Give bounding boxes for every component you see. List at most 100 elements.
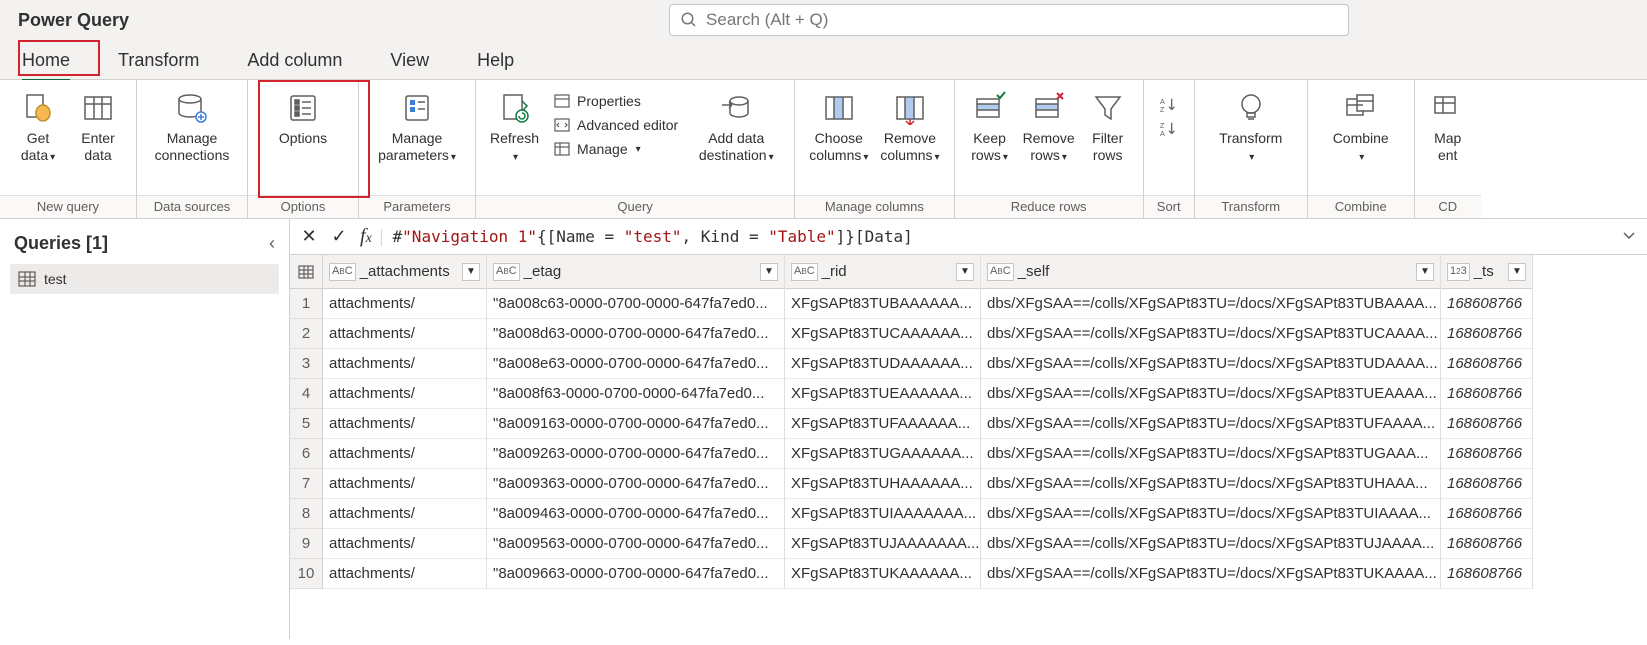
cell[interactable]: "8a009463-0000-0700-0000-647fa7ed0...: [487, 499, 784, 529]
enter-data-button[interactable]: Enter data: [68, 86, 128, 168]
cell[interactable]: attachments/: [323, 559, 486, 589]
collapse-queries-button[interactable]: ‹: [269, 233, 275, 254]
tab-add-column[interactable]: Add column: [247, 45, 342, 75]
cell[interactable]: attachments/: [323, 319, 486, 349]
cell[interactable]: 168608766: [1441, 379, 1532, 409]
formula-expand-button[interactable]: [1611, 227, 1647, 246]
column-header-_ts[interactable]: 123_ts▼: [1441, 255, 1532, 289]
cell[interactable]: 168608766: [1441, 289, 1532, 319]
cell[interactable]: "8a009163-0000-0700-0000-647fa7ed0...: [487, 409, 784, 439]
row-number[interactable]: 1: [290, 289, 322, 319]
keep-rows-button[interactable]: Keep rows▾: [963, 86, 1017, 168]
refresh-button[interactable]: Refresh▾: [484, 86, 545, 168]
filter-rows-button[interactable]: Filter rows: [1081, 86, 1135, 168]
row-number[interactable]: 8: [290, 499, 322, 529]
cell[interactable]: 168608766: [1441, 439, 1532, 469]
sort-desc-button[interactable]: Z A: [1156, 118, 1182, 140]
cell[interactable]: XFgSAPt83TUCAAAAAA...: [785, 319, 980, 349]
cell[interactable]: XFgSAPt83TUEAAAAAA...: [785, 379, 980, 409]
combine-button[interactable]: Combine▾: [1316, 86, 1406, 168]
cell[interactable]: "8a008c63-0000-0700-0000-647fa7ed0...: [487, 289, 784, 319]
select-all-corner[interactable]: [290, 255, 322, 289]
cell[interactable]: dbs/XFgSAA==/colls/XFgSAPt83TU=/docs/XFg…: [981, 289, 1440, 319]
row-number[interactable]: 6: [290, 439, 322, 469]
cell[interactable]: "8a009563-0000-0700-0000-647fa7ed0...: [487, 529, 784, 559]
cell[interactable]: 168608766: [1441, 529, 1532, 559]
manage-button[interactable]: Manage▾: [549, 138, 682, 160]
cell[interactable]: XFgSAPt83TUJAAAAAAA...: [785, 529, 980, 559]
transform-button[interactable]: Transform▾: [1203, 86, 1299, 168]
cell[interactable]: XFgSAPt83TUKAAAAAA...: [785, 559, 980, 589]
column-header-_etag[interactable]: ABC_etag▼: [487, 255, 784, 289]
row-number[interactable]: 10: [290, 559, 322, 589]
manage-connections-button[interactable]: Manage connections: [145, 86, 239, 168]
cell[interactable]: 168608766: [1441, 559, 1532, 589]
cell[interactable]: attachments/: [323, 289, 486, 319]
cell[interactable]: dbs/XFgSAA==/colls/XFgSAPt83TU=/docs/XFg…: [981, 529, 1440, 559]
cell[interactable]: XFgSAPt83TUGAAAAAA...: [785, 439, 980, 469]
column-header-_attachments[interactable]: ABC_attachments▼: [323, 255, 486, 289]
options-button[interactable]: Options: [256, 86, 350, 151]
cell[interactable]: XFgSAPt83TUIAAAAAAA...: [785, 499, 980, 529]
properties-button[interactable]: Properties: [549, 90, 682, 112]
cell[interactable]: "8a008f63-0000-0700-0000-647fa7ed0...: [487, 379, 784, 409]
cell[interactable]: XFgSAPt83TUBAAAAAA...: [785, 289, 980, 319]
formula-cancel-button[interactable]: ✕: [294, 222, 324, 252]
choose-columns-button[interactable]: Choose columns▾: [803, 86, 874, 168]
column-filter-button[interactable]: ▼: [956, 263, 974, 281]
cell[interactable]: 168608766: [1441, 349, 1532, 379]
cell[interactable]: 168608766: [1441, 409, 1532, 439]
row-number[interactable]: 9: [290, 529, 322, 559]
cell[interactable]: dbs/XFgSAA==/colls/XFgSAPt83TU=/docs/XFg…: [981, 409, 1440, 439]
cell[interactable]: XFgSAPt83TUHAAAAAA...: [785, 469, 980, 499]
cell[interactable]: "8a009363-0000-0700-0000-647fa7ed0...: [487, 469, 784, 499]
tab-transform[interactable]: Transform: [118, 45, 199, 75]
column-filter-button[interactable]: ▼: [462, 263, 480, 281]
cell[interactable]: attachments/: [323, 439, 486, 469]
map-entity-button[interactable]: Map ent: [1423, 86, 1473, 168]
cell[interactable]: 168608766: [1441, 319, 1532, 349]
search-box[interactable]: Search (Alt + Q): [669, 4, 1349, 36]
cell[interactable]: 168608766: [1441, 469, 1532, 499]
formula-input[interactable]: #"Navigation 1"{[Name = "test", Kind = "…: [387, 227, 913, 246]
cell[interactable]: "8a009263-0000-0700-0000-647fa7ed0...: [487, 439, 784, 469]
column-header-_rid[interactable]: ABC_rid▼: [785, 255, 980, 289]
column-filter-button[interactable]: ▼: [1508, 263, 1526, 281]
column-filter-button[interactable]: ▼: [1416, 263, 1434, 281]
cell[interactable]: dbs/XFgSAA==/colls/XFgSAPt83TU=/docs/XFg…: [981, 349, 1440, 379]
row-number[interactable]: 5: [290, 409, 322, 439]
cell[interactable]: attachments/: [323, 469, 486, 499]
add-data-destination-button[interactable]: Add data destination▾: [686, 86, 786, 168]
cell[interactable]: "8a008e63-0000-0700-0000-647fa7ed0...: [487, 349, 784, 379]
cell[interactable]: dbs/XFgSAA==/colls/XFgSAPt83TU=/docs/XFg…: [981, 379, 1440, 409]
formula-confirm-button[interactable]: ✓: [324, 222, 354, 252]
cell[interactable]: 168608766: [1441, 499, 1532, 529]
cell[interactable]: attachments/: [323, 499, 486, 529]
remove-columns-button[interactable]: Remove columns▾: [874, 86, 945, 168]
get-data-button[interactable]: Get data▾: [8, 86, 68, 168]
cell[interactable]: dbs/XFgSAA==/colls/XFgSAPt83TU=/docs/XFg…: [981, 469, 1440, 499]
row-number[interactable]: 7: [290, 469, 322, 499]
cell[interactable]: XFgSAPt83TUFAAAAAA...: [785, 409, 980, 439]
row-number[interactable]: 2: [290, 319, 322, 349]
column-header-_self[interactable]: ABC_self▼: [981, 255, 1440, 289]
advanced-editor-button[interactable]: Advanced editor: [549, 114, 682, 136]
row-number[interactable]: 4: [290, 379, 322, 409]
cell[interactable]: attachments/: [323, 379, 486, 409]
manage-parameters-button[interactable]: Manage parameters▾: [367, 86, 467, 168]
remove-rows-button[interactable]: Remove rows▾: [1017, 86, 1081, 168]
tab-view[interactable]: View: [390, 45, 429, 75]
column-filter-button[interactable]: ▼: [760, 263, 778, 281]
cell[interactable]: dbs/XFgSAA==/colls/XFgSAPt83TU=/docs/XFg…: [981, 319, 1440, 349]
cell[interactable]: dbs/XFgSAA==/colls/XFgSAPt83TU=/docs/XFg…: [981, 499, 1440, 529]
cell[interactable]: attachments/: [323, 529, 486, 559]
row-number[interactable]: 3: [290, 349, 322, 379]
tab-home[interactable]: Home: [22, 45, 70, 75]
cell[interactable]: "8a008d63-0000-0700-0000-647fa7ed0...: [487, 319, 784, 349]
cell[interactable]: attachments/: [323, 349, 486, 379]
cell[interactable]: attachments/: [323, 409, 486, 439]
query-item-test[interactable]: test: [10, 264, 279, 294]
tab-help[interactable]: Help: [477, 45, 514, 75]
sort-asc-button[interactable]: A Z: [1156, 94, 1182, 116]
cell[interactable]: dbs/XFgSAA==/colls/XFgSAPt83TU=/docs/XFg…: [981, 559, 1440, 589]
